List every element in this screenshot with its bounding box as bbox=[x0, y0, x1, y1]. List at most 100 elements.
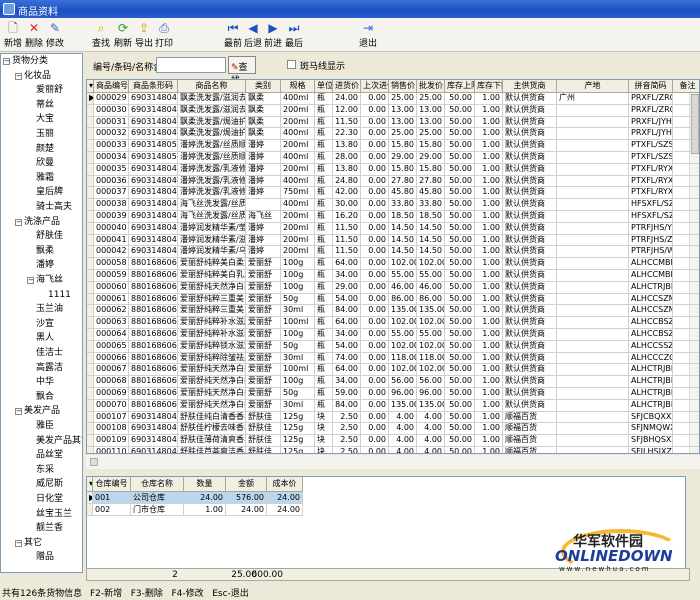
toolbar-button-exit-door[interactable]: ⇥ 退出 bbox=[357, 20, 379, 49]
column-header[interactable]: 成本价 bbox=[267, 477, 303, 492]
tree-node[interactable]: − 其它 bbox=[15, 538, 42, 549]
grid-cell: 50.00 bbox=[445, 329, 475, 341]
column-header[interactable]: 上次进价 bbox=[361, 80, 389, 93]
toolbar-button-last-record[interactable]: ⏭ 最后 bbox=[283, 20, 305, 49]
grid-cell: SFJCBQXXZ bbox=[629, 411, 673, 424]
grid-cell: 顺福百货 bbox=[503, 447, 557, 453]
column-header[interactable]: 数量 bbox=[184, 477, 226, 492]
grid-cell: 000062 bbox=[94, 305, 129, 318]
zebra-checkbox[interactable] bbox=[287, 60, 296, 69]
tree-node[interactable]: − 洗涤产品 bbox=[15, 217, 60, 228]
tree-node[interactable]: 玉丽 bbox=[36, 129, 54, 140]
tree-node[interactable]: 飘柔 bbox=[36, 246, 54, 257]
column-header[interactable]: 商品名称 bbox=[178, 80, 246, 93]
row-indicator-header[interactable]: ▾ bbox=[87, 80, 94, 93]
tree-node[interactable]: − 货物分类 bbox=[3, 56, 48, 67]
column-header[interactable]: 主供货商 bbox=[503, 80, 557, 93]
tree-node[interactable]: 东采 bbox=[36, 465, 54, 476]
grid-cell: 飘柔 bbox=[246, 93, 281, 105]
category-tree[interactable]: − 货物分类 − 化妆品爱丽舒蒂丝大宝玉丽颜楚欣曼雅霜皇后牌骑士高夫 − 洗涤产品舒肤佳飘… bbox=[0, 53, 83, 573]
tree-node[interactable]: 大宝 bbox=[36, 114, 54, 125]
column-header[interactable]: 仓库编号 bbox=[93, 477, 131, 492]
tree-node[interactable]: 潘婷 bbox=[36, 260, 54, 271]
tree-node[interactable]: 骑士高夫 bbox=[36, 202, 72, 213]
collapse-icon[interactable]: − bbox=[15, 539, 22, 547]
grid-cell: 125g bbox=[281, 447, 315, 453]
tree-node[interactable]: − 海飞丝 bbox=[27, 275, 63, 286]
tree-node[interactable]: 威尼斯 bbox=[36, 479, 63, 490]
grid-cell: 135.00 bbox=[389, 305, 417, 318]
toolbar-button-edit-pen[interactable]: ✎ 修改 bbox=[44, 20, 66, 49]
column-header[interactable]: 批发价 bbox=[417, 80, 445, 93]
tree-node[interactable]: 飘合 bbox=[36, 392, 54, 403]
collapse-icon[interactable]: − bbox=[3, 58, 10, 65]
column-header[interactable]: 规格 bbox=[281, 80, 315, 93]
search-button[interactable]: ✎查找 bbox=[228, 56, 256, 86]
tree-node[interactable]: 日化堂 bbox=[36, 494, 63, 505]
tree-node[interactable]: 赠品 bbox=[36, 552, 54, 563]
tree-node-label: 靓兰香 bbox=[36, 523, 64, 534]
tree-node[interactable]: 蒂丝 bbox=[36, 100, 54, 111]
tree-node[interactable]: 品丝堂 bbox=[36, 450, 63, 461]
horizontal-scrollbar[interactable] bbox=[86, 455, 700, 469]
grid-cell: 8801686060362 bbox=[129, 305, 178, 318]
grid-cell: 14.50 bbox=[417, 234, 445, 247]
grid-cell: 爱丽舒纯天然净白抗皱洗 bbox=[178, 376, 246, 388]
tree-node[interactable]: 玉兰油 bbox=[36, 304, 63, 315]
column-header[interactable]: 库存下限 bbox=[475, 80, 503, 93]
collapse-icon[interactable]: − bbox=[15, 408, 22, 416]
tree-node[interactable]: 中华 bbox=[36, 377, 54, 388]
column-header[interactable]: 进货价 bbox=[333, 80, 361, 93]
column-header[interactable]: 仓库名称 bbox=[131, 477, 184, 492]
grid-cell: 6903148042601 bbox=[129, 222, 178, 235]
grid-cell: 2.50 bbox=[333, 411, 361, 424]
tree-node[interactable]: 颜楚 bbox=[36, 144, 54, 155]
column-header[interactable]: 单位 bbox=[315, 80, 333, 93]
collapse-icon[interactable]: − bbox=[15, 218, 22, 226]
grid-cell: 爱丽舒纯粹锁水滋润精华 bbox=[178, 340, 246, 353]
grid-cell: 飘柔洗发露/焗油护理( bbox=[178, 116, 246, 129]
grid-cell bbox=[673, 305, 699, 318]
grid-cell: 50.00 bbox=[445, 104, 475, 117]
column-header[interactable]: 库存上限 bbox=[445, 80, 475, 93]
tree-node[interactable]: 雅臣 bbox=[36, 421, 54, 432]
grid-cell bbox=[673, 187, 699, 200]
grid-cell: 0.00 bbox=[361, 317, 389, 329]
column-header[interactable]: 销售价 bbox=[389, 80, 417, 93]
grid-cell: 400ml bbox=[281, 152, 315, 164]
tree-node[interactable]: − 化妆品 bbox=[15, 71, 51, 82]
grid-cell: 4.00 bbox=[389, 423, 417, 436]
column-header[interactable]: 金额 bbox=[226, 477, 267, 492]
column-header[interactable]: 类别 bbox=[246, 80, 281, 93]
toolbar-button-print[interactable]: ⎙ 打印 bbox=[153, 20, 175, 49]
collapse-icon[interactable]: − bbox=[27, 277, 34, 284]
tree-node[interactable]: 沙宣 bbox=[36, 319, 54, 330]
scroll-thumb[interactable] bbox=[90, 458, 98, 466]
grid-cell: 24.00 bbox=[184, 492, 226, 504]
tree-node[interactable]: 雅霜 bbox=[36, 173, 54, 184]
tree-node[interactable]: − 美发产品 bbox=[15, 406, 60, 417]
tree-node[interactable]: 舒肤佳 bbox=[36, 231, 63, 242]
grid-cell: 000033 bbox=[94, 140, 129, 152]
search-input[interactable] bbox=[156, 57, 226, 73]
grid-cell: 29.00 bbox=[417, 152, 445, 164]
tree-node[interactable]: 靓兰香 bbox=[36, 523, 63, 534]
tree-node[interactable]: 欣曼 bbox=[36, 158, 54, 169]
tree-node[interactable]: 佳洁士 bbox=[36, 348, 63, 359]
column-header[interactable]: 商品编号 bbox=[94, 80, 129, 93]
tree-node[interactable]: 皇后牌 bbox=[36, 187, 63, 198]
product-grid[interactable]: ▾商品编号商品条形码商品名称类别规格单位进货价上次进价销售价批发价库存上限库存下… bbox=[86, 79, 700, 454]
tree-node[interactable]: 黑人 bbox=[36, 333, 54, 344]
tree-node[interactable]: 美发产品其它 bbox=[36, 436, 82, 447]
collapse-icon[interactable]: − bbox=[15, 72, 22, 80]
tree-node[interactable]: 1111 bbox=[48, 290, 71, 301]
column-header[interactable]: 备注 bbox=[673, 80, 699, 93]
grid-cell: 爱丽舒 bbox=[246, 352, 281, 365]
tree-node[interactable]: 丝宝玉兰 bbox=[36, 509, 72, 520]
tree-node[interactable]: 爱丽舒 bbox=[36, 85, 63, 96]
grid-cell: 30ml bbox=[281, 305, 315, 318]
tree-node[interactable]: 高露洁 bbox=[36, 363, 63, 374]
column-header[interactable]: 产地 bbox=[557, 80, 629, 93]
column-header[interactable]: 拼音简码 bbox=[629, 80, 673, 93]
column-header[interactable]: 商品条形码 bbox=[129, 80, 178, 93]
